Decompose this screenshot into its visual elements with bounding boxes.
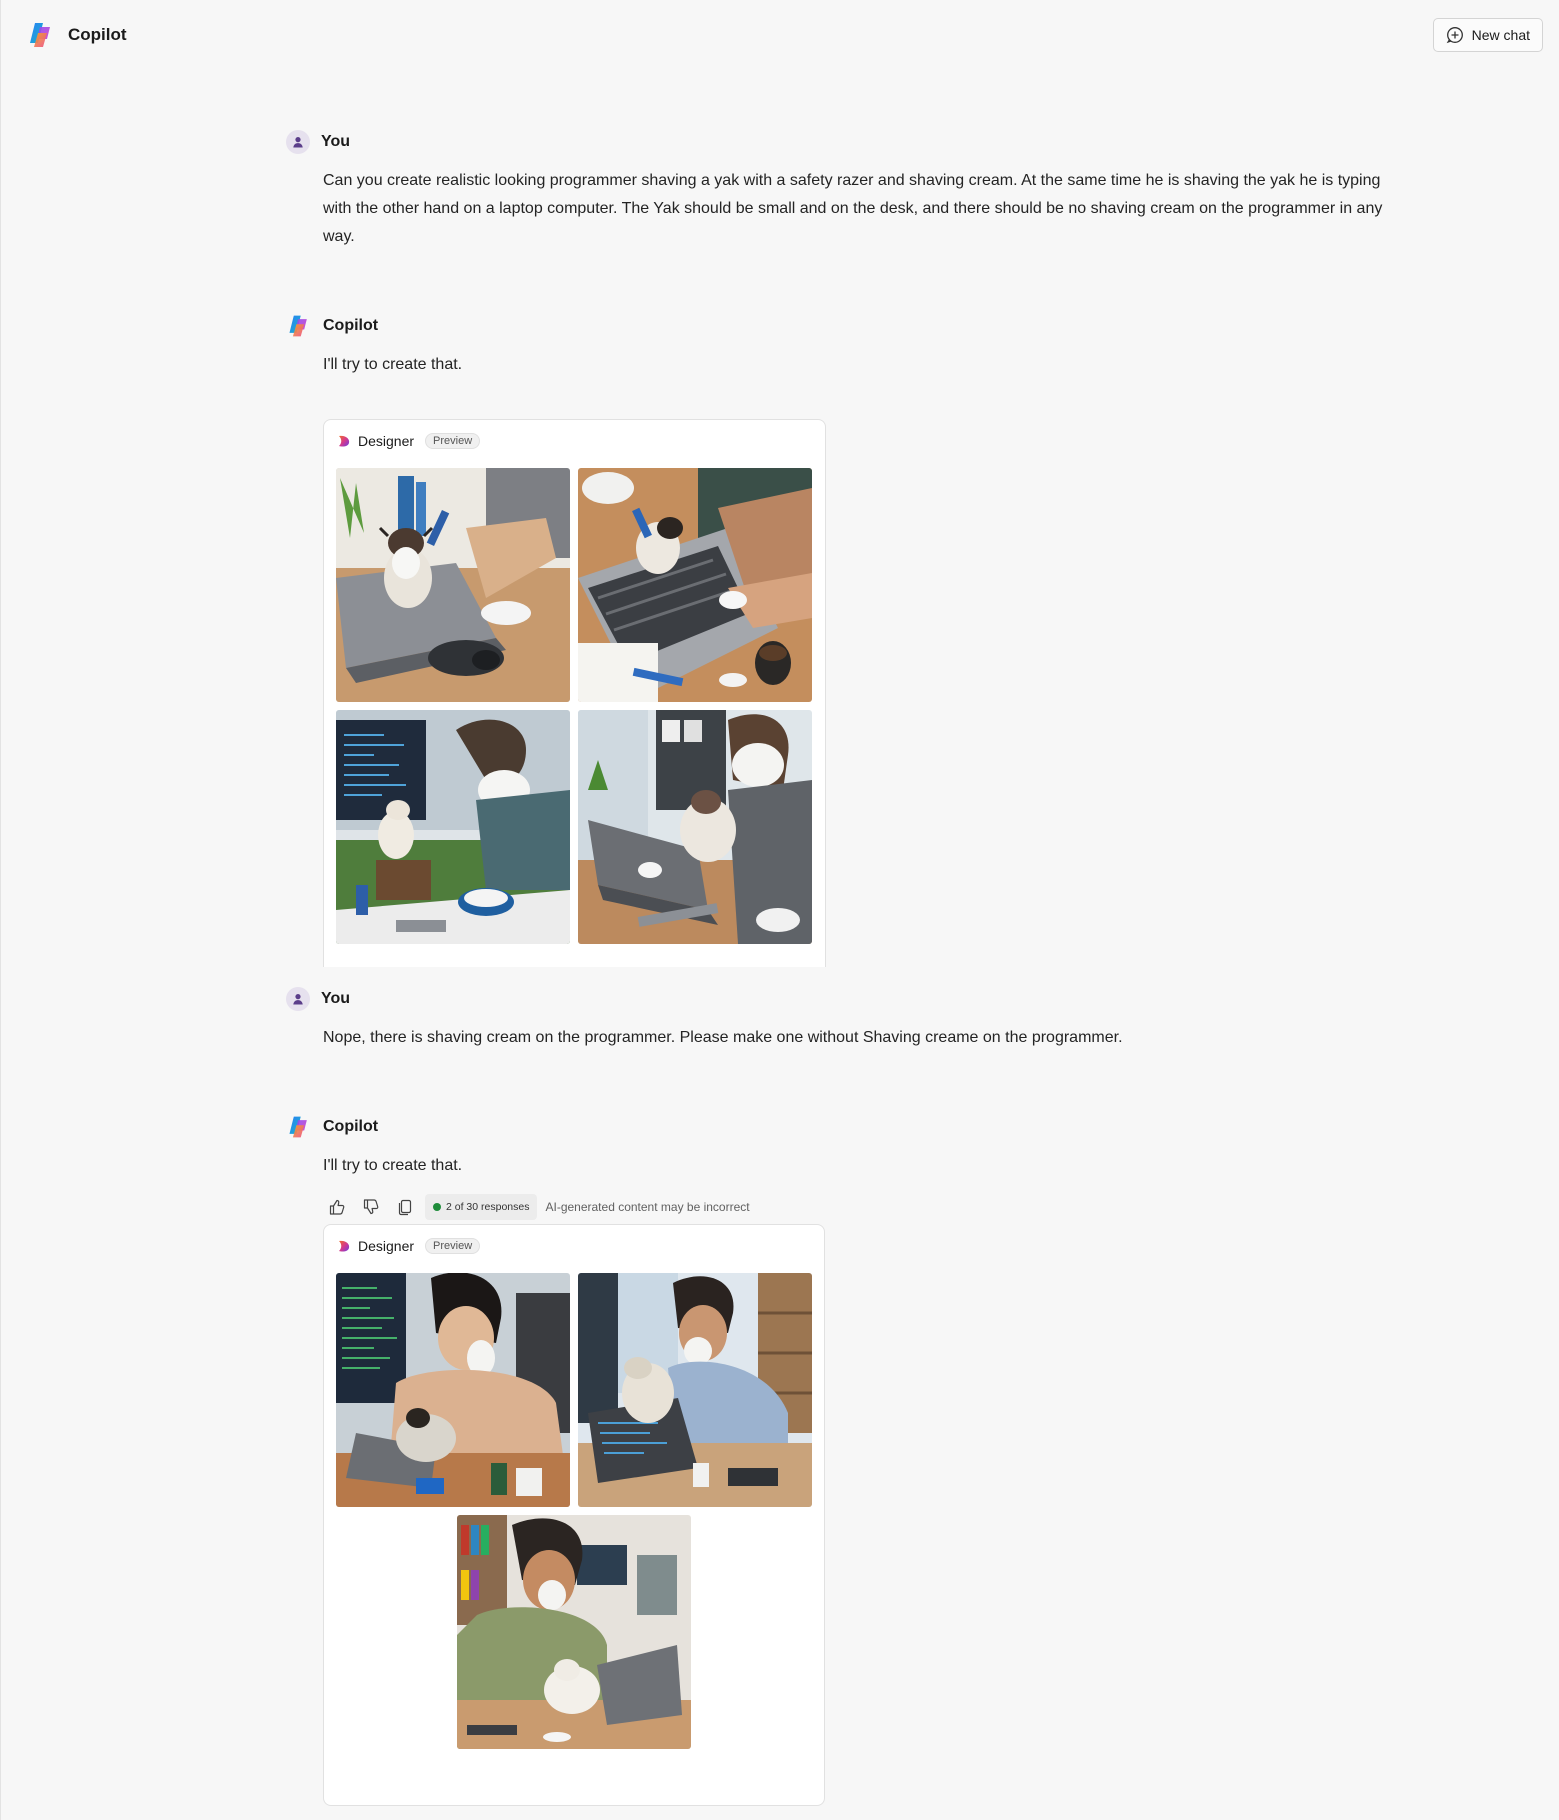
chat-add-icon (1446, 27, 1463, 44)
copilot-message: Copilot I'll try to create that. (286, 313, 1396, 379)
thumbs-up-button[interactable] (323, 1193, 351, 1221)
image-thumbnail (336, 710, 570, 944)
message-author: Copilot (323, 317, 379, 334)
generated-image[interactable] (578, 710, 812, 944)
copy-icon (398, 1199, 412, 1216)
ai-disclaimer: AI-generated content may be incorrect (545, 1200, 750, 1214)
app-name: Copilot (68, 25, 127, 44)
designer-header: Designer Preview (337, 1238, 481, 1254)
designer-header: Designer Preview (337, 433, 481, 449)
generated-image[interactable] (457, 1515, 691, 1749)
message-text: Can you create realistic looking program… (323, 172, 1383, 245)
person-icon (293, 994, 303, 1005)
message-author: You (321, 990, 351, 1007)
response-feedback-bar: 2 of 30 responses AI-generated content m… (323, 1193, 750, 1221)
thumbs-down-button[interactable] (357, 1193, 385, 1221)
copilot-avatar-icon (289, 315, 307, 337)
thumbs-down-icon (363, 1199, 379, 1215)
designer-title: Designer (358, 433, 415, 449)
status-dot (433, 1203, 441, 1211)
copy-button[interactable] (391, 1193, 419, 1221)
generated-image[interactable] (336, 1273, 570, 1507)
message-author: You (321, 133, 351, 150)
generated-image[interactable] (336, 468, 570, 702)
user-avatar (286, 130, 310, 154)
preview-badge: Preview (425, 433, 481, 449)
new-chat-label: New chat (1471, 27, 1530, 43)
thumbs-up-icon (329, 1199, 345, 1215)
new-chat-button[interactable]: New chat (1432, 18, 1543, 52)
designer-title: Designer (358, 1238, 415, 1254)
message-text: I'll try to create that. (323, 1157, 463, 1174)
designer-card: Designer Preview (323, 1224, 825, 1806)
user-avatar (286, 987, 310, 1011)
user-message: You Nope, there is shaving cream on the … (286, 986, 1396, 1052)
message-text: I'll try to create that. (323, 356, 463, 373)
generated-image[interactable] (578, 1273, 812, 1507)
copilot-avatar-icon (289, 1116, 307, 1138)
designer-card: Designer Preview (323, 419, 826, 967)
copilot-app: Copilot New chat You Can you create real… (0, 0, 1559, 1820)
image-thumbnail (578, 710, 812, 944)
copilot-logo-icon (30, 23, 50, 47)
top-bar: Copilot New chat (1, 0, 1559, 70)
person-icon (293, 137, 303, 148)
designer-logo-icon (339, 1240, 350, 1252)
message-text: Nope, there is shaving cream on the prog… (323, 1029, 1123, 1046)
response-count-text: 2 of 30 responses (446, 1201, 530, 1213)
designer-logo-icon (339, 435, 350, 447)
copilot-message: Copilot I'll try to create that. (286, 1114, 1396, 1180)
generated-image[interactable] (336, 710, 570, 944)
preview-badge: Preview (425, 1238, 481, 1254)
brand[interactable]: Copilot (26, 20, 127, 50)
image-thumbnail (457, 1515, 691, 1749)
message-author: Copilot (323, 1118, 379, 1135)
image-thumbnail (336, 468, 570, 702)
response-count-badge: 2 of 30 responses (425, 1194, 538, 1220)
generated-image[interactable] (578, 468, 812, 702)
image-thumbnail (578, 1273, 812, 1507)
image-thumbnail (578, 468, 812, 702)
image-thumbnail (336, 1273, 570, 1507)
user-message: You Can you create realistic looking pro… (286, 129, 1396, 251)
